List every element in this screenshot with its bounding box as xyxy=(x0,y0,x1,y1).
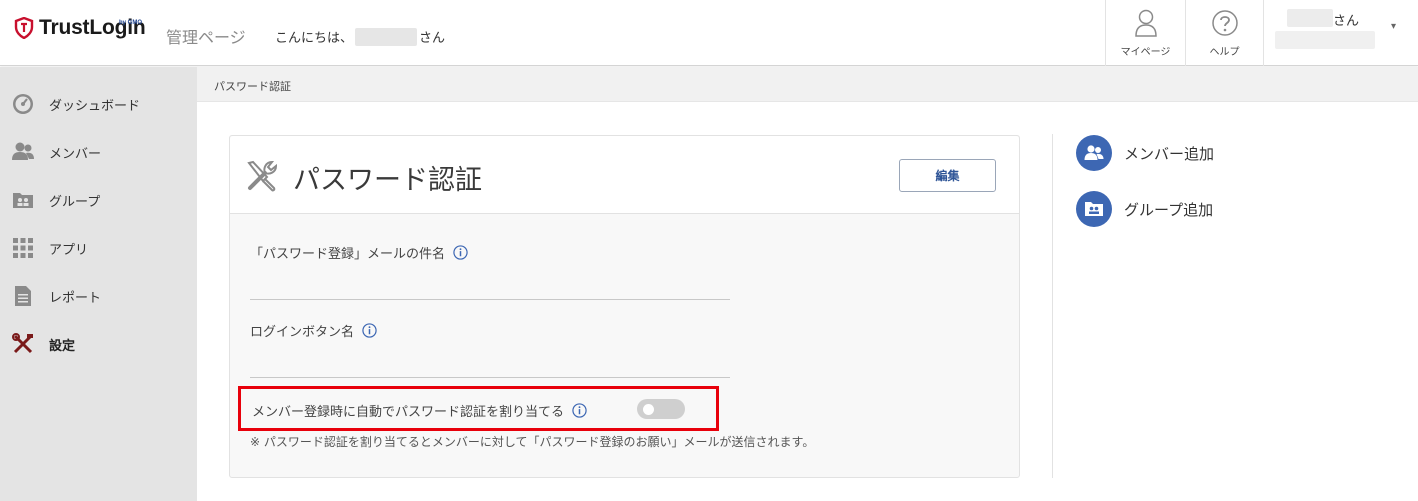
sidebar-item-members[interactable]: メンバー xyxy=(0,128,197,176)
help-button[interactable]: ヘルプ xyxy=(1185,0,1264,66)
tools-icon xyxy=(247,160,278,192)
sidebar-item-report[interactable]: レポート xyxy=(0,272,197,320)
blurred-user-name xyxy=(1287,9,1333,27)
add-group-label: グループ追加 xyxy=(1124,200,1214,219)
mypage-button[interactable]: マイページ xyxy=(1105,0,1185,66)
card-header: パスワード認証 編集 xyxy=(230,136,1019,214)
user-icon xyxy=(1134,9,1157,37)
dashboard-icon xyxy=(13,94,33,114)
blurred-user-org xyxy=(1275,31,1375,49)
user-menu[interactable]: さん ▾ xyxy=(1265,0,1418,66)
apps-grid-icon xyxy=(13,238,33,258)
help-icon xyxy=(1211,10,1238,36)
mail-subject-value xyxy=(250,299,730,300)
add-member-link[interactable]: メンバー追加 xyxy=(1076,135,1214,171)
sidebar-item-label: グループ xyxy=(49,194,101,210)
settings-tools-icon xyxy=(12,333,33,354)
greeting: こんにちは、 さん xyxy=(275,27,445,46)
group-icon xyxy=(13,193,33,208)
admin-page-label: 管理ページ xyxy=(166,28,246,47)
top-header: TrustLogin by GMO 管理ページ こんにちは、 さん マイページ … xyxy=(0,0,1418,66)
sidebar-item-group[interactable]: グループ xyxy=(0,176,197,224)
members-glyph xyxy=(1084,145,1104,160)
mail-subject-field-label: 「パスワード登録」メールの件名 xyxy=(250,243,468,262)
login-button-name-value xyxy=(250,377,730,378)
report-icon xyxy=(15,286,31,306)
blurred-username xyxy=(355,27,418,46)
sidebar-item-label: メンバー xyxy=(49,146,102,162)
auto-assign-label-row: メンバー登録時に自動でパスワード認証を割り当てる xyxy=(252,401,587,420)
auto-assign-toggle[interactable] xyxy=(637,399,685,419)
auto-assign-highlight: メンバー登録時に自動でパスワード認証を割り当てる xyxy=(238,386,719,431)
toggle-knob xyxy=(643,404,654,415)
right-divider xyxy=(1052,134,1053,478)
logo-sub: by GMO xyxy=(119,20,143,26)
info-icon[interactable] xyxy=(572,403,587,418)
sidebar-item-settings[interactable]: 設定 xyxy=(0,320,197,368)
login-button-name-field-label: ログインボタン名 xyxy=(250,321,377,340)
page-title: パスワード認証 xyxy=(293,165,482,196)
greeting-prefix: こんにちは、 xyxy=(275,31,354,46)
sidebar-item-label: アプリ xyxy=(49,242,89,258)
shield-logo-icon xyxy=(14,17,34,39)
add-member-label: メンバー追加 xyxy=(1124,144,1215,163)
user-suffix: さん xyxy=(1333,14,1360,29)
breadcrumb-current: パスワード認証 xyxy=(214,80,291,93)
help-label: ヘルプ xyxy=(1209,47,1240,58)
add-group-link[interactable]: グループ追加 xyxy=(1076,191,1213,227)
sidebar: ダッシュボード メンバー グループ アプリ レポート 設定 xyxy=(0,67,197,501)
mypage-label: マイページ xyxy=(1120,47,1171,58)
sidebar-item-apps[interactable]: アプリ xyxy=(0,224,197,272)
auto-assign-note: ※ パスワード認証を割り当てるとメンバーに対して「パスワード登録のお願い」メール… xyxy=(250,435,815,449)
info-icon[interactable] xyxy=(362,323,377,338)
auto-assign-label: メンバー登録時に自動でパスワード認証を割り当てる xyxy=(252,405,565,420)
sidebar-item-label: 設定 xyxy=(49,338,76,354)
group-glyph xyxy=(1085,202,1103,216)
add-group-icon xyxy=(1076,191,1112,227)
greeting-suffix: さん xyxy=(419,31,446,46)
sidebar-item-label: ダッシュボード xyxy=(49,98,141,114)
edit-button[interactable]: 編集 xyxy=(899,159,996,192)
mail-subject-label: 「パスワード登録」メールの件名 xyxy=(250,247,446,262)
chevron-down-icon[interactable]: ▾ xyxy=(1391,21,1396,32)
sidebar-item-dashboard[interactable]: ダッシュボード xyxy=(0,80,197,128)
add-member-icon xyxy=(1076,135,1112,171)
sidebar-item-label: レポート xyxy=(49,290,102,306)
breadcrumb: パスワード認証 xyxy=(197,67,1418,102)
members-icon xyxy=(12,142,34,160)
login-button-name-label: ログインボタン名 xyxy=(250,325,355,340)
info-icon[interactable] xyxy=(453,245,468,260)
